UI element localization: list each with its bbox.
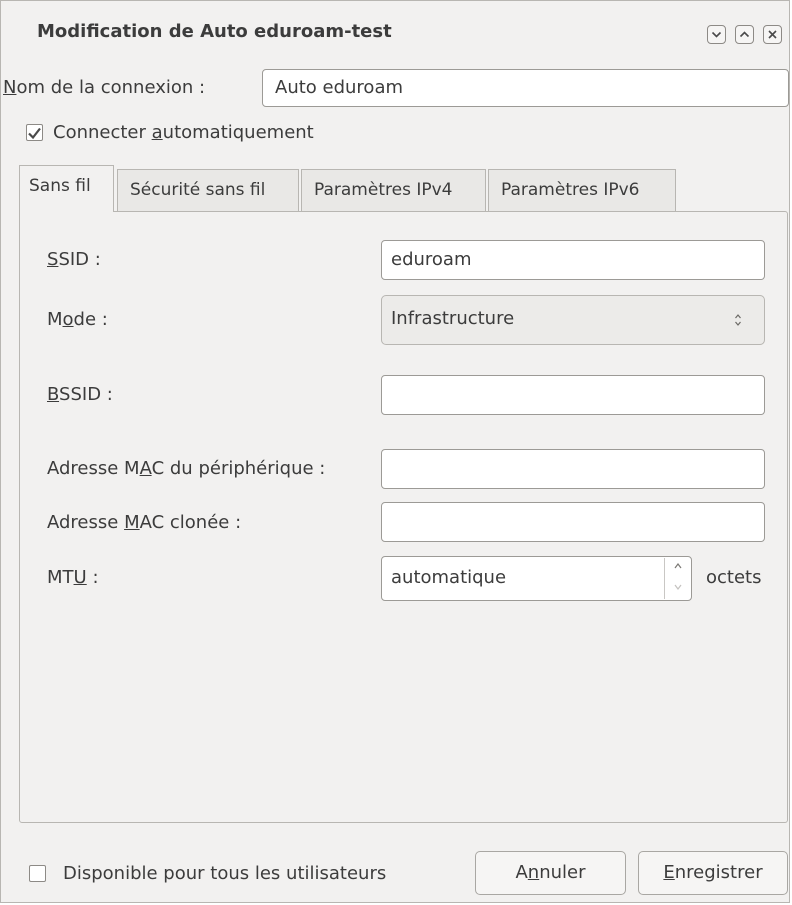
mtu-unit-label: octets (706, 567, 762, 588)
mtu-spin-buttons[interactable] (664, 558, 690, 599)
maximize-button[interactable] (735, 25, 754, 44)
all-users-label[interactable]: Disponible pour tous les utilisateurs (63, 863, 386, 884)
tab-wireless[interactable]: Sans fil (19, 165, 114, 212)
connection-name-label: Nom de la connexion : (3, 77, 206, 98)
cloned-mac-label: Adresse MAC clonée : (47, 512, 242, 533)
connection-name-input[interactable]: Auto eduroam (262, 69, 789, 107)
connection-editor-window: Modification de Auto eduroam-test Nom de… (0, 0, 790, 903)
cloned-mac-input[interactable] (381, 502, 765, 542)
auto-connect-checkbox[interactable] (26, 124, 43, 141)
close-icon (768, 30, 777, 39)
tab-wireless-security[interactable]: Sécurité sans fil (117, 169, 299, 211)
checkmark-icon (28, 127, 41, 140)
bssid-input[interactable] (381, 375, 765, 415)
ssid-input[interactable]: eduroam (381, 240, 765, 280)
spin-up-icon[interactable] (673, 562, 683, 570)
all-users-checkbox[interactable] (29, 865, 46, 882)
mtu-label: MTU : (47, 567, 99, 588)
spin-down-icon[interactable] (673, 583, 683, 591)
mode-select[interactable]: Infrastructure (381, 295, 765, 345)
save-button[interactable]: Enregistrer (638, 851, 788, 895)
updown-arrows-icon (735, 314, 741, 326)
device-mac-label: Adresse MAC du périphérique : (47, 458, 326, 479)
title-bar[interactable]: Modification de Auto eduroam-test (1, 1, 789, 59)
bssid-label: BSSID : (47, 384, 113, 405)
cancel-button[interactable]: Annuler (475, 851, 626, 895)
mtu-spinbox[interactable]: automatique (381, 556, 692, 601)
close-button[interactable] (763, 25, 782, 44)
device-mac-input[interactable] (381, 449, 765, 489)
tab-ipv6-settings[interactable]: Paramètres IPv6 (488, 169, 676, 211)
minimize-button[interactable] (707, 25, 726, 44)
ssid-label: SSID : (47, 249, 101, 270)
maximize-icon (739, 31, 750, 38)
mode-label: Mode : (47, 309, 108, 330)
minimize-icon (711, 31, 722, 38)
window-title: Modification de Auto eduroam-test (37, 21, 392, 42)
auto-connect-label[interactable]: Connecter automatiquement (53, 122, 314, 143)
tab-ipv4-settings[interactable]: Paramètres IPv4 (301, 169, 486, 211)
